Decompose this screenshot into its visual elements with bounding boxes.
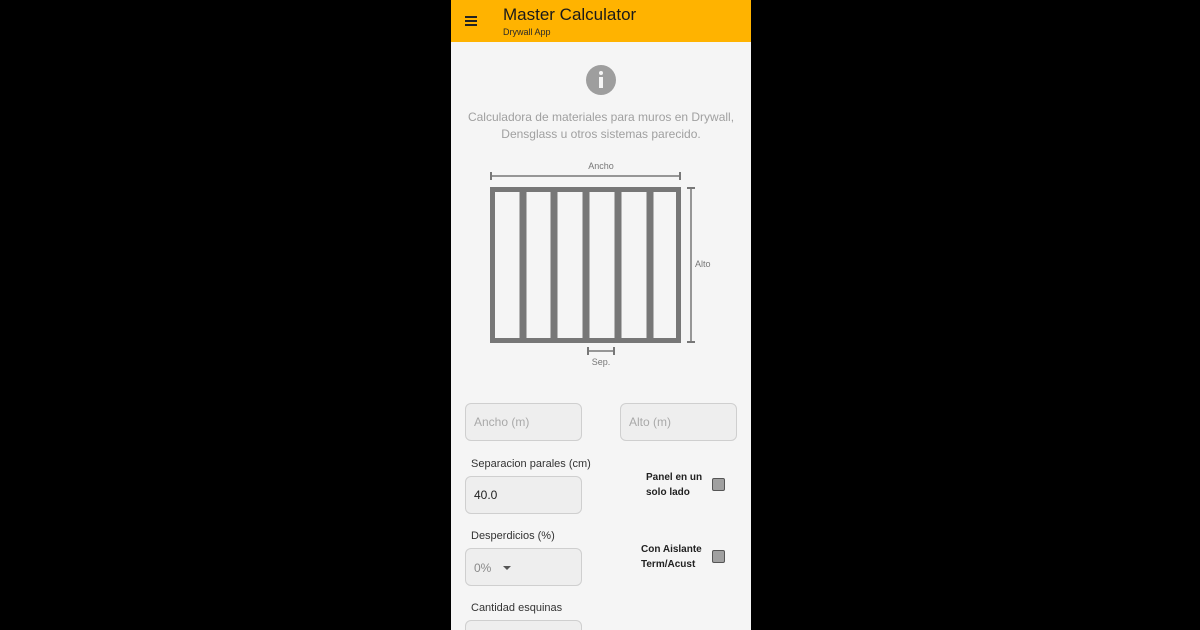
alto-input[interactable]	[621, 404, 736, 440]
app-bar: Master Calculator Drywall App	[451, 0, 751, 42]
app-subtitle: Drywall App	[503, 27, 551, 37]
description-text: Calculadora de materiales para muros en …	[467, 110, 735, 141]
alto-field	[620, 403, 737, 441]
esquinas-input[interactable]	[466, 621, 581, 630]
aislante-label: Con Aislante Term/Acust	[641, 544, 702, 570]
panel-un-lado-checkbox[interactable]	[712, 478, 725, 491]
aislante-checkbox[interactable]	[712, 550, 725, 563]
ancho-field	[465, 403, 582, 441]
diagram-height-label: Alto	[695, 259, 711, 269]
esquinas-field	[465, 620, 582, 630]
desperdicios-select[interactable]: 0%	[465, 548, 582, 586]
app-screen: Master Calculator Drywall App Calculador…	[451, 0, 751, 630]
wall-diagram: Ancho Alto Sep.	[490, 161, 711, 367]
info-icon	[586, 65, 616, 95]
desperdicios-value: 0%	[474, 561, 492, 575]
separacion-input[interactable]	[466, 477, 581, 513]
separacion-field	[465, 476, 582, 514]
desperdicios-label: Desperdicios (%)	[471, 530, 555, 542]
panel-un-lado-label: Panel en un solo lado	[646, 472, 703, 498]
ancho-input[interactable]	[466, 404, 581, 440]
diagram-width-label: Ancho	[588, 161, 614, 171]
hamburger-icon[interactable]	[463, 13, 479, 29]
caret-down-icon	[503, 566, 511, 570]
diagram-separation-label: Sep.	[592, 357, 611, 367]
app-title: Master Calculator	[503, 5, 637, 24]
separacion-label: Separacion parales (cm)	[471, 458, 591, 470]
esquinas-label: Cantidad esquinas	[471, 602, 563, 614]
